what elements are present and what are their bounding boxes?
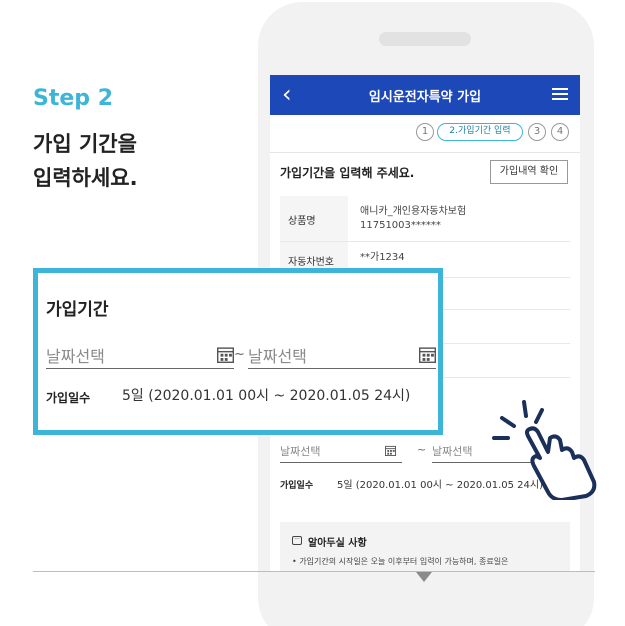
start-date-input[interactable]: 날짜선택 [46,343,234,369]
table-row: 상품명 애니카_개인용자동차보험 11751003****** [280,196,570,242]
step-4: 4 [551,123,569,141]
period-title: 가입기간 [46,300,109,320]
step-label: Step 2 [33,86,113,111]
app-header: ‹ 임시운전자특약 가입 [270,75,580,115]
end-date-input[interactable]: 날짜선택 [248,343,436,369]
days-label: 가입일수 [46,391,91,405]
bottom-divider [33,571,595,572]
section-title: 가입기간을 입력해 주세요. [280,166,415,180]
end-date-placeholder: 날짜선택 [432,445,473,458]
row-value: 애니카_개인용자동차보험 11751003****** [360,196,570,233]
divider [270,152,580,153]
history-button[interactable]: 가입내역 확인 [490,160,568,184]
instruction-line-2: 입력하세요. [33,166,138,190]
tap-hand-icon [490,400,600,504]
step-2-current: 2.가입기간 입력 [437,123,523,141]
start-date-input[interactable]: 날짜선택 [280,443,402,463]
start-date-placeholder: 날짜선택 [46,347,105,366]
product-name: 애니카_개인용자동차보험 [360,206,467,217]
range-tilde: ~ [234,347,245,362]
zoom-highlight-card: 가입기간 날짜선택 ~ 날짜선택 가입일수 5일 (2020.01.01 00시… [33,268,443,435]
policy-number: 11751003****** [360,220,441,231]
calendar-icon[interactable] [217,346,234,367]
app-title: 임시운전자특약 가입 [368,90,482,105]
car-number: **가1234 [360,252,405,263]
start-date-placeholder: 날짜선택 [280,445,321,458]
phone-speaker [379,32,471,46]
instruction-line-1: 가입 기간을 [33,132,137,156]
end-date-placeholder: 날짜선택 [248,347,307,366]
down-caret-icon [416,572,432,582]
notice-text: • 가입기간의 시작일은 오늘 이후부터 입력이 가능하며, 종료일은 [292,557,509,566]
row-key: 상품명 [280,196,348,241]
step-indicator: 1 2.가입기간 입력 3 4 [270,123,580,141]
notice-box: ··· 알아두실 사항 • 가입기간의 시작일은 오늘 이후부터 입력이 가능하… [280,522,570,571]
days-label: 가입일수 [280,481,314,491]
notice-title: 알아두실 사항 [308,538,367,549]
calendar-icon[interactable] [385,445,396,459]
step-1: 1 [416,123,434,141]
speech-bubble-icon: ··· [292,536,302,545]
hamburger-menu-icon[interactable] [552,88,568,100]
calendar-icon[interactable] [419,346,436,367]
range-tilde: ~ [417,443,427,456]
step-3: 3 [528,123,546,141]
instruction-text: 가입 기간을 입력하세요. [33,127,138,195]
days-value: 5일 (2020.01.01 00시 ~ 2020.01.05 24시) [122,388,411,404]
